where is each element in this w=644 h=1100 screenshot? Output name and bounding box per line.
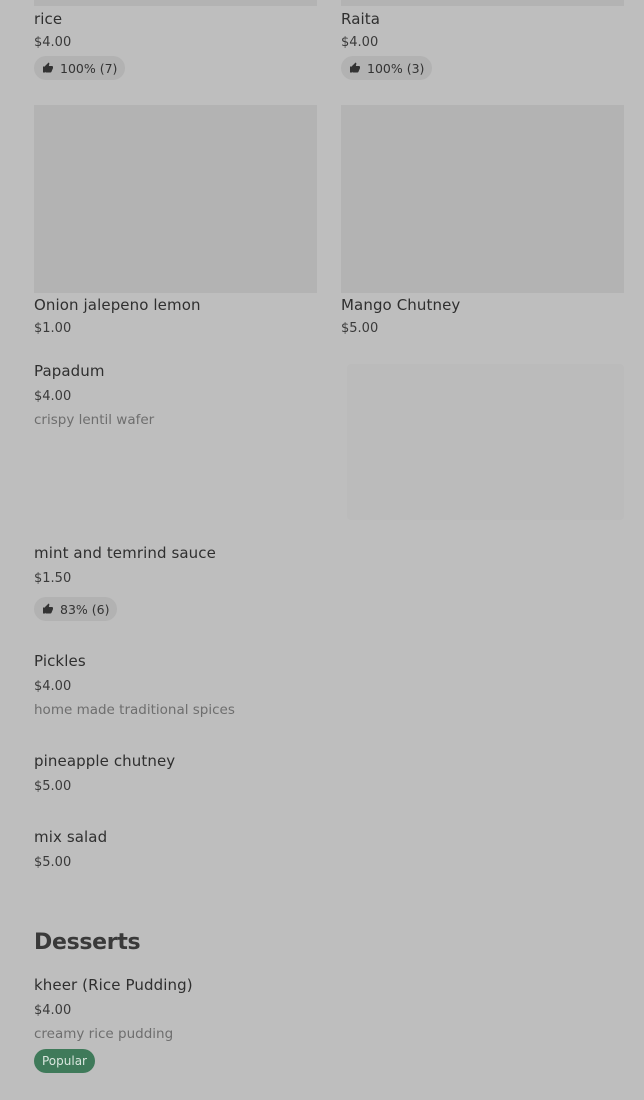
rating-text: 100% (3) — [367, 60, 425, 76]
item-name: mint and temrind sauce — [34, 544, 216, 562]
menu-item-onion-jalepeno-lemon[interactable]: Onion jalepeno lemon $1.00 — [34, 105, 317, 345]
rating-badge: 100% (7) — [34, 56, 126, 80]
thumbs-up-icon — [43, 62, 53, 73]
thumbs-up-icon — [350, 62, 360, 73]
rating-text: 83% (6) — [60, 601, 110, 617]
menu-item-raita[interactable]: Raita $4.00 100% (3) — [341, 10, 624, 85]
item-price: $1.50 — [34, 571, 72, 586]
item-image-rice[interactable] — [34, 0, 317, 6]
menu-item-papadum[interactable]: Papadum $4.00 crispy lentil wafer — [34, 362, 624, 522]
item-description: home made traditional spices — [34, 702, 235, 718]
item-price: $5.00 — [34, 779, 72, 794]
item-description: creamy rice pudding — [34, 1026, 174, 1042]
item-price: $5.00 — [341, 321, 379, 336]
item-name: Raita — [341, 10, 381, 28]
item-price: $4.00 — [341, 35, 379, 50]
item-name: Pickles — [34, 652, 86, 670]
item-image-raita[interactable] — [341, 0, 624, 6]
menu-item-rice[interactable]: rice $4.00 100% (7) — [34, 10, 317, 85]
item-description: crispy lentil wafer — [34, 412, 155, 428]
item-image — [341, 105, 624, 293]
item-name: mix salad — [34, 828, 108, 846]
popular-badge: Popular — [34, 1049, 95, 1073]
item-price: $4.00 — [34, 389, 72, 404]
item-image — [347, 364, 624, 520]
menu-item-pickles[interactable]: Pickles $4.00 home made traditional spic… — [34, 652, 624, 727]
item-image — [34, 105, 317, 293]
rating-text: 100% (7) — [60, 60, 118, 76]
item-name: Onion jalepeno lemon — [34, 296, 201, 314]
menu-item-pineapple-chutney[interactable]: pineapple chutney $5.00 — [34, 752, 624, 802]
item-name: pineapple chutney — [34, 752, 176, 770]
menu-item-kheer[interactable]: kheer (Rice Pudding) $4.00 creamy rice p… — [34, 976, 624, 1076]
menu-item-mango-chutney[interactable]: Mango Chutney $5.00 — [341, 105, 624, 345]
item-price: $5.00 — [34, 855, 72, 870]
item-price: $4.00 — [34, 1003, 72, 1018]
rating-badge: 83% (6) — [34, 597, 118, 621]
item-name: Mango Chutney — [341, 296, 461, 314]
item-name: kheer (Rice Pudding) — [34, 976, 193, 994]
item-price: $1.00 — [34, 321, 72, 336]
item-price: $4.00 — [34, 679, 72, 694]
menu-item-mix-salad[interactable]: mix salad $5.00 — [34, 828, 624, 878]
thumbs-up-icon — [43, 603, 53, 614]
item-price: $4.00 — [34, 35, 72, 50]
rating-badge: 100% (3) — [341, 56, 433, 80]
menu-item-mint-tamarind-sauce[interactable]: mint and temrind sauce $1.50 83% (6) — [34, 544, 624, 624]
item-name: rice — [34, 10, 63, 28]
section-heading-desserts: Desserts — [34, 930, 141, 955]
item-name: Papadum — [34, 362, 105, 380]
